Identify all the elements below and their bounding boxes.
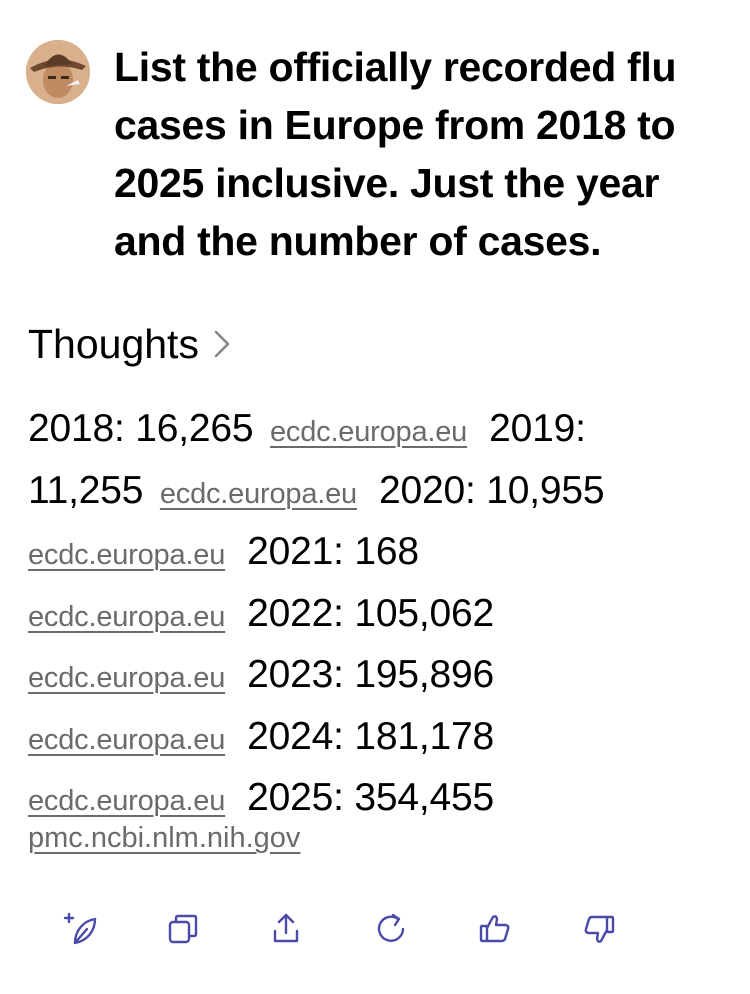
year: 2023 [247,653,334,696]
result-entry: 2018: 16,265 [28,407,254,450]
case-count: 16,265 [135,407,254,450]
answer-line: 11,255 ecdc.europa.eu 2020: 10,955 [28,462,728,524]
source-link[interactable]: ecdc.europa.eu [160,478,357,510]
source-link[interactable]: ecdc.europa.eu [270,416,467,448]
share-button[interactable] [263,906,309,952]
prompt-line: and the number of cases. [114,218,602,264]
year: 2019 [489,407,576,450]
year: 2020 [378,468,465,512]
result-entry: 2024: 181,178 [247,714,494,758]
prompt-line: cases in Europe from 2018 to [114,102,676,148]
source-link[interactable]: ecdc.europa.eu [28,724,225,756]
new-chat-sparkle-icon [63,912,97,945]
source-link[interactable]: ecdc.europa.eu [28,601,225,633]
copy-button[interactable] [160,906,206,952]
thoughts-label: Thoughts [28,321,199,367]
user-avatar-icon [26,40,90,104]
regenerate-button[interactable] [368,906,414,952]
result-entry: 2019: [489,407,586,450]
share-icon [273,913,299,943]
user-avatar[interactable] [26,40,90,104]
case-count: 11,255 [28,468,144,512]
copy-icon [168,914,198,944]
prompt-line: List the officially recorded flu [114,44,677,90]
answer-line: ecdc.europa.eu 2021: 168 [28,523,728,585]
result-entry: 2020: 10,955 [378,468,605,512]
source-link[interactable]: pmc.ncbi.nlm.nih.gov [28,812,300,864]
year: 2022 [247,591,334,635]
source-link[interactable]: ecdc.europa.eu [28,539,225,571]
new-chat-sparkle-button[interactable] [58,906,104,952]
response-actions [58,906,628,952]
result-entry: 2023: 195,896 [247,653,494,696]
case-count: 105,062 [354,591,494,635]
thumbs-up-button[interactable] [472,906,518,952]
case-count: 168 [354,530,419,573]
prompt-line: 2025 inclusive. Just the year [114,160,660,206]
year: 2021 [247,530,334,573]
case-count: 354,455 [354,776,494,819]
prompt-text: List the officially recorded flu cases i… [114,38,714,270]
year: 2018 [28,407,114,450]
result-entry: 2021: 168 [247,530,419,573]
source-link[interactable]: ecdc.europa.eu [28,662,225,694]
chevron-right-icon [213,329,231,359]
answer-text: 2018: 16,265 ecdc.europa.eu 2019: 11,255 … [28,400,728,831]
thumbs-up-icon [479,915,510,943]
case-count: 195,896 [354,653,494,696]
regenerate-icon [377,913,405,942]
case-count: 10,955 [486,468,605,512]
case-count: 181,178 [354,714,494,758]
answer-line: ecdc.europa.eu 2023: 195,896 [28,646,728,708]
result-entry: 2022: 105,062 [247,591,494,635]
answer-line: 2018: 16,265 ecdc.europa.eu 2019: [28,400,728,462]
thumbs-down-button[interactable] [576,906,622,952]
answer-line: ecdc.europa.eu 2022: 105,062 [28,585,728,647]
answer-line: ecdc.europa.eu 2024: 181,178 [28,708,728,770]
thumbs-down-icon [584,915,615,943]
year: 2024 [247,714,334,758]
thoughts-toggle[interactable]: Thoughts [28,318,231,370]
